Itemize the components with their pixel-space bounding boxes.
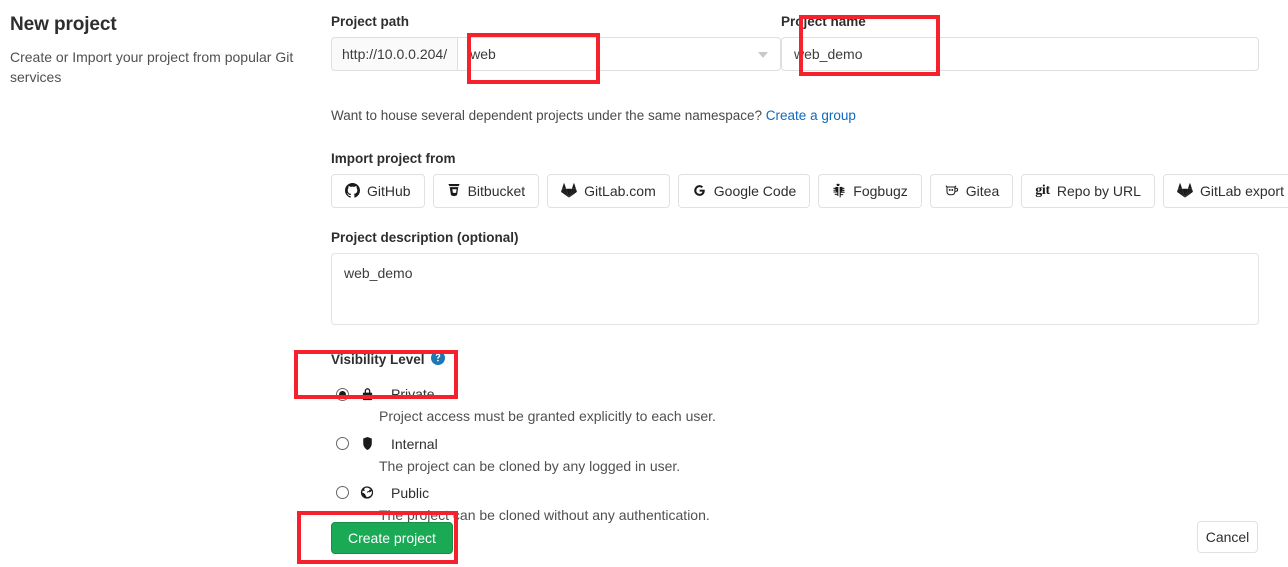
import-button-label: Google Code <box>713 182 797 199</box>
import-button-bitbucket[interactable]: Bitbucket <box>432 173 540 208</box>
path-and-name-row: Project path http://10.0.0.204/ web Proj… <box>331 14 1259 72</box>
project-name-group: Project name web_demo <box>781 14 1259 72</box>
bug-icon <box>832 183 846 198</box>
visibility-option-private[interactable]: Private Project access must be granted e… <box>331 383 1259 426</box>
project-name-input[interactable]: web_demo <box>781 37 1259 72</box>
visibility-option-name: Private <box>391 386 435 403</box>
new-project-page: New project Create or Import your projec… <box>0 0 1288 567</box>
globe-icon <box>359 485 375 500</box>
chevron-down-icon <box>758 52 768 59</box>
github-icon <box>345 183 360 199</box>
project-path-prefix: http://10.0.0.204/ <box>331 37 458 72</box>
visibility-option-description: The project can be cloned by any logged … <box>379 457 681 474</box>
project-path-input-group: http://10.0.0.204/ web <box>331 37 781 72</box>
import-button-label: GitLab.com <box>584 182 656 199</box>
lock-icon <box>359 387 375 402</box>
project-description-textarea[interactable]: web_demo <box>331 253 1259 326</box>
cancel-button[interactable]: Cancel <box>1197 521 1258 553</box>
visibility-option-name: Public <box>391 484 430 501</box>
visibility-option-row[interactable]: Public <box>331 482 1259 504</box>
import-project-label: Import project from <box>331 150 456 166</box>
gitlab-icon <box>561 183 578 199</box>
visibility-options: Private Project access must be granted e… <box>331 383 1259 525</box>
visibility-option-row[interactable]: Internal <box>331 433 1259 455</box>
project-path-label: Project path <box>331 14 410 29</box>
intro-column: New project Create or Import your projec… <box>10 14 310 87</box>
bitbucket-icon <box>447 183 461 198</box>
visibility-option-row[interactable]: Private <box>331 383 1259 405</box>
namespace-hint-text: Want to house several dependent projects… <box>331 108 763 124</box>
create-a-group-link[interactable]: Create a group <box>766 108 856 123</box>
visibility-level-label: Visibility Level <box>331 352 425 368</box>
visibility-option-description: Project access must be granted explicitl… <box>379 408 716 425</box>
project-name-label: Project name <box>781 14 866 29</box>
import-button-label: Gitea <box>965 182 1000 199</box>
google-icon <box>692 183 707 198</box>
visibility-option-description: The project can be cloned without any au… <box>379 506 710 523</box>
radio-private[interactable] <box>336 387 349 401</box>
radio-public[interactable] <box>336 486 349 500</box>
visibility-option-public[interactable]: Public The project can be cloned without… <box>331 482 1259 525</box>
gitea-icon <box>944 183 959 198</box>
import-button-gitlab-export[interactable]: GitLab export <box>1162 173 1288 208</box>
import-button-google-code[interactable]: Google Code <box>677 173 811 208</box>
import-buttons-row: GitHub Bitbucket GitLab.com Google Code <box>331 173 1288 208</box>
git-icon: git <box>1035 182 1050 198</box>
import-button-gitlab-com[interactable]: GitLab.com <box>547 173 670 208</box>
namespace-select[interactable]: web <box>457 37 781 72</box>
import-button-github[interactable]: GitHub <box>331 173 425 208</box>
shield-icon <box>359 436 375 451</box>
import-button-repo-by-url[interactable]: git Repo by URL <box>1021 173 1155 208</box>
import-button-gitea[interactable]: Gitea <box>929 173 1014 208</box>
project-description-label: Project description (optional) <box>331 229 519 245</box>
question-circle-icon[interactable] <box>430 351 445 369</box>
project-path-group: Project path http://10.0.0.204/ web <box>331 14 781 72</box>
namespace-select-value: web <box>470 46 496 63</box>
radio-internal[interactable] <box>336 437 349 451</box>
namespace-hint: Want to house several dependent projects… <box>331 107 1259 125</box>
import-button-label: Repo by URL <box>1056 182 1141 199</box>
page-title: New project <box>10 14 117 35</box>
import-button-fogbugz[interactable]: Fogbugz <box>818 173 922 208</box>
gitlab-icon <box>1177 183 1193 199</box>
page-subtitle: Create or Import your project from popul… <box>10 48 294 86</box>
visibility-level-label-row: Visibility Level <box>331 351 1259 369</box>
visibility-option-name: Internal <box>391 435 438 452</box>
import-button-label: Fogbugz <box>853 182 908 199</box>
import-button-label: GitHub <box>367 182 411 199</box>
import-button-label: GitLab export <box>1199 182 1284 199</box>
import-button-label: Bitbucket <box>467 182 526 199</box>
create-project-button[interactable]: Create project <box>331 522 453 554</box>
new-project-form: Project path http://10.0.0.204/ web Proj… <box>331 14 1288 525</box>
visibility-option-internal[interactable]: Internal The project can be cloned by an… <box>331 433 1259 476</box>
